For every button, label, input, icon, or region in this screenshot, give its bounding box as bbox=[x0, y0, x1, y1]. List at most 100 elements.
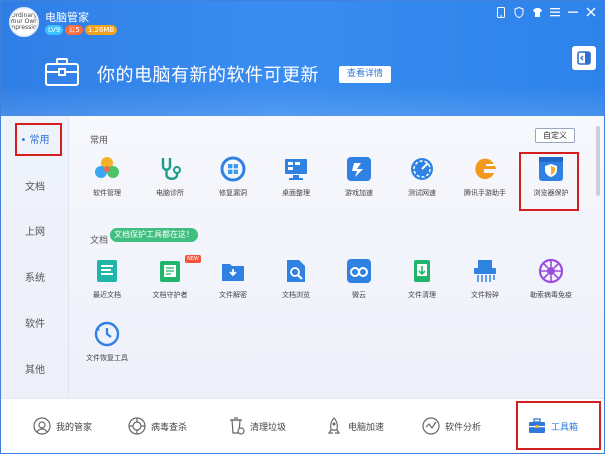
tool-file-clean[interactable]: 文件清理 bbox=[391, 258, 453, 300]
tool-label: 测试网速 bbox=[408, 189, 436, 197]
tool-file-shred[interactable]: 文件粉碎 bbox=[454, 258, 516, 300]
game-accelerate-icon bbox=[347, 157, 371, 181]
sidebar-item-system[interactable]: 系统 bbox=[1, 269, 69, 289]
tool-label: 修复漏洞 bbox=[219, 189, 247, 197]
tool-label: 勒索病毒免疫 bbox=[530, 291, 572, 299]
category-sidebar: 常用 文档 上网 系统 软件 其他 bbox=[1, 116, 69, 398]
tool-recent-docs[interactable]: 最近文档 bbox=[76, 258, 138, 300]
new-badge: NEW bbox=[185, 255, 201, 263]
virus-scan-icon bbox=[128, 417, 146, 435]
tool-label: 文件粉碎 bbox=[471, 291, 499, 299]
app-window: Ordinary Your Own Impression 电脑管家 LV9 公5… bbox=[0, 0, 605, 454]
scrollbar[interactable] bbox=[596, 126, 600, 196]
close-icon[interactable] bbox=[586, 7, 596, 21]
sidebar-item-internet[interactable]: 上网 bbox=[1, 223, 69, 243]
tool-label: 文档浏览 bbox=[282, 291, 310, 299]
nav-virus-scan[interactable]: 病毒查杀 bbox=[128, 416, 187, 436]
desktop-organize-icon bbox=[285, 159, 307, 180]
tool-weiyun[interactable]: 微云 bbox=[328, 258, 390, 300]
sidebar-item-docs[interactable]: 文档 bbox=[1, 178, 69, 198]
avatar[interactable]: Ordinary Your Own Impression bbox=[9, 7, 39, 37]
shield-icon[interactable] bbox=[514, 6, 524, 21]
highlight-box-common bbox=[15, 123, 62, 156]
vip-badge[interactable]: 公5 bbox=[65, 25, 83, 35]
user-badges: LV9 公5 1.26MB bbox=[45, 25, 118, 35]
tool-doc-browse[interactable]: 文档浏览 bbox=[265, 258, 327, 300]
minimize-icon[interactable] bbox=[568, 7, 578, 21]
skin-icon[interactable] bbox=[532, 7, 542, 21]
tool-label: 文件恢复工具 bbox=[86, 354, 128, 362]
speed-test-icon bbox=[411, 158, 433, 180]
nav-clean-junk[interactable]: 清理垃圾 bbox=[227, 416, 286, 436]
level-badge[interactable]: LV9 bbox=[45, 25, 64, 35]
tool-label: 游戏加速 bbox=[345, 189, 373, 197]
section-title-common: 常用 bbox=[90, 136, 109, 146]
tool-vuln-fix[interactable]: 修复漏洞 bbox=[202, 156, 264, 198]
tool-game-accelerate[interactable]: 游戏加速 bbox=[328, 156, 390, 198]
panel-toggle-icon bbox=[577, 51, 591, 65]
doc-browse-icon bbox=[287, 260, 305, 282]
menu-icon[interactable] bbox=[550, 7, 560, 21]
accel-badge[interactable]: 1.26MB bbox=[84, 25, 118, 35]
nav-label: 软件分析 bbox=[445, 422, 482, 433]
window-controls bbox=[496, 6, 596, 21]
nav-software-analysis[interactable]: 软件分析 bbox=[422, 416, 481, 436]
recent-docs-icon bbox=[97, 260, 117, 282]
software-analysis-icon bbox=[422, 417, 440, 435]
nav-label: 我的管家 bbox=[56, 422, 93, 433]
tool-mobile-game-assistant[interactable]: 腾讯手游助手 bbox=[454, 156, 516, 198]
tool-speed-test[interactable]: 测试网速 bbox=[391, 156, 453, 198]
sidebar-item-software[interactable]: 软件 bbox=[1, 315, 69, 335]
nav-my-butler[interactable]: 我的管家 bbox=[33, 416, 92, 436]
butler-icon bbox=[33, 417, 51, 435]
tool-label: 最近文档 bbox=[93, 291, 121, 299]
nav-label: 病毒查杀 bbox=[151, 422, 188, 433]
clean-junk-icon bbox=[230, 417, 245, 435]
tool-label: 文件清理 bbox=[408, 291, 436, 299]
file-recovery-icon bbox=[94, 321, 120, 347]
vulnerability-fix-icon bbox=[220, 156, 246, 182]
bottom-nav: 我的管家 病毒查杀 清理垃圾 电脑加速 软件分析 工具箱 bbox=[1, 398, 604, 453]
tool-label: 文件解密 bbox=[219, 291, 247, 299]
tool-label: 桌面整理 bbox=[282, 189, 310, 197]
tool-label: 文档守护者 bbox=[152, 291, 188, 299]
update-banner-text: 你的电脑有新的软件可更新 bbox=[97, 65, 319, 86]
tool-desktop-organize[interactable]: 桌面整理 bbox=[265, 156, 327, 198]
tool-label: 腾讯手游助手 bbox=[464, 189, 506, 197]
sidebar-item-other[interactable]: 其他 bbox=[1, 361, 69, 381]
tool-label: 软件管理 bbox=[93, 189, 121, 197]
tool-file-recovery[interactable]: 文件恢复工具 bbox=[76, 321, 138, 363]
tool-label: 微云 bbox=[352, 291, 366, 299]
tool-pc-clinic[interactable]: 电脑诊所 bbox=[139, 156, 201, 198]
nav-pc-accelerate[interactable]: 电脑加速 bbox=[325, 416, 384, 436]
weiyun-icon bbox=[347, 259, 371, 283]
view-details-button[interactable]: 查看详情 bbox=[339, 66, 391, 83]
tool-file-decrypt[interactable]: 文件解密 bbox=[202, 258, 264, 300]
pc-clinic-icon bbox=[161, 158, 181, 180]
nav-label: 电脑加速 bbox=[348, 422, 385, 433]
avatar-text: Ordinary Your Own Impression bbox=[9, 12, 39, 31]
header-banner: Ordinary Your Own Impression 电脑管家 LV9 公5… bbox=[1, 1, 604, 116]
file-decrypt-icon bbox=[222, 264, 244, 281]
section-title-docs: 文档 bbox=[90, 236, 109, 246]
app-title: 电脑管家 bbox=[45, 11, 89, 24]
ransomware-immune-icon bbox=[538, 258, 564, 284]
doc-guardian-icon bbox=[160, 261, 180, 282]
collapse-panel-button[interactable] bbox=[572, 46, 596, 70]
tool-doc-guardian[interactable]: 文档守护者 bbox=[139, 258, 201, 300]
pc-accelerate-icon bbox=[327, 417, 341, 434]
nav-label: 清理垃圾 bbox=[250, 422, 287, 433]
file-shred-icon bbox=[474, 260, 496, 282]
mobile-game-assistant-icon bbox=[475, 158, 496, 180]
docs-tooltip: 文档保护工具都在这！ bbox=[110, 228, 198, 242]
customize-button[interactable]: 自定义 bbox=[535, 128, 575, 143]
phone-icon[interactable] bbox=[496, 7, 506, 21]
tool-label: 电脑诊所 bbox=[156, 189, 184, 197]
highlight-box-toolbox bbox=[516, 401, 601, 450]
highlight-box-browser-protection bbox=[519, 152, 579, 211]
software-manager-icon bbox=[95, 157, 119, 178]
tool-software-manager[interactable]: 软件管理 bbox=[76, 156, 138, 198]
toolbox-banner-icon bbox=[45, 58, 79, 86]
file-clean-icon bbox=[414, 260, 430, 282]
tool-ransomware-immune[interactable]: 勒索病毒免疫 bbox=[520, 258, 582, 300]
